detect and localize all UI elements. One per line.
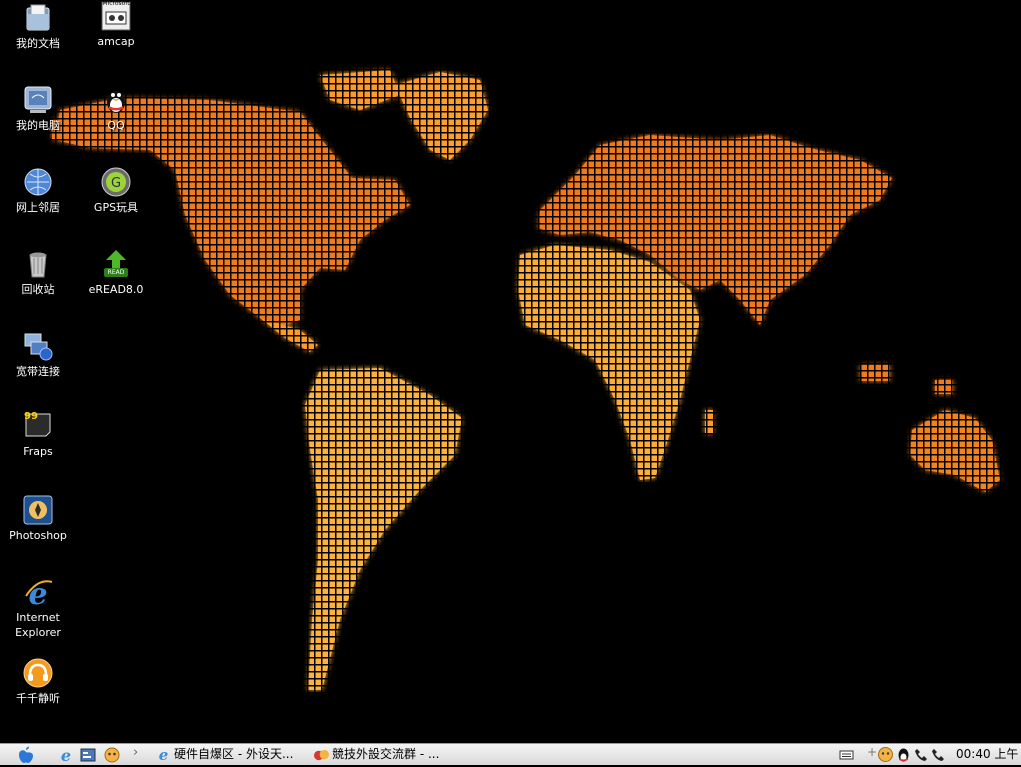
desktop-icon-label: 宽带连接 (16, 365, 60, 378)
tray-keyboard-icon[interactable] (839, 747, 854, 762)
desktop-icon-label: Photoshop (9, 529, 67, 542)
apple-icon (19, 746, 33, 763)
folder-documents-icon (22, 2, 54, 34)
desktop-icon-amcap[interactable]: Microsoft amcap (78, 0, 154, 49)
desktop-icon-label: 我的电脑 (16, 119, 60, 132)
photoshop-icon (22, 494, 54, 526)
desktop-icon-label: QQ (107, 119, 125, 132)
clock[interactable]: 00:40 上午 (956, 744, 1018, 765)
desktop-icon-network[interactable]: 网上邻居 (0, 166, 76, 215)
desktop-icon-broadband[interactable]: 宽带连接 (0, 330, 76, 379)
taskbar: e › e 硬件自爆区 - 外设天... 競技外設交流群 - ... + 00:… (0, 743, 1021, 765)
task-button-qq-group[interactable]: 競技外設交流群 - ... (312, 745, 462, 764)
broadband-connection-icon (22, 330, 54, 362)
australia-shape (910, 410, 1000, 492)
gps-toy-icon: G (100, 166, 132, 198)
svg-text:e: e (159, 747, 169, 762)
qq-group-icon (314, 749, 329, 761)
show-desktop-icon (80, 748, 96, 762)
svg-text:e: e (61, 747, 71, 763)
network-globe-icon (22, 166, 54, 198)
start-apple-button[interactable] (14, 746, 36, 764)
south-america-shape (305, 368, 462, 690)
desktop-icon-internet-explorer[interactable]: e Internet Explorer (0, 576, 76, 640)
qq-penguin-icon (100, 84, 132, 116)
desktop-icon-label: Fraps (23, 445, 53, 458)
tray-ttplayer-icon[interactable] (878, 747, 893, 762)
internet-explorer-icon: e (159, 747, 169, 762)
desktop-icon-label: 我的文档 (16, 37, 60, 50)
task-button-label: 競技外設交流群 - ... (332, 747, 440, 761)
desktop-icon-eread[interactable]: READ eREAD8.0 (78, 248, 154, 297)
computer-icon (22, 84, 54, 116)
tray-phone-icon[interactable] (914, 747, 929, 762)
desktop-icon-my-computer[interactable]: 我的电脑 (0, 84, 76, 133)
desktop-icon-label: amcap (97, 35, 135, 48)
task-button-browser[interactable]: e 硬件自爆区 - 外设天... (154, 745, 304, 764)
desktop-icon-recycle-bin[interactable]: 回收站 (0, 248, 76, 297)
fraps-icon: 99 (22, 410, 54, 442)
tray-phone-icon-2[interactable] (931, 747, 946, 762)
tray-qq-icon[interactable] (896, 747, 911, 762)
svg-text:G: G (111, 176, 121, 191)
recycle-bin-icon (22, 248, 54, 280)
eread-badge: READ (107, 269, 125, 276)
desktop-icon-label: 网上邻居 (16, 201, 60, 214)
fraps-badge: 99 (24, 411, 38, 422)
desktop-icon-photoshop[interactable]: Photoshop (0, 494, 76, 543)
desktop-icon-label: eREAD8.0 (88, 283, 144, 296)
desktop-icon-label: 千千静听 (16, 692, 60, 705)
quicklaunch-qq[interactable] (104, 747, 120, 763)
internet-explorer-icon: e (22, 576, 54, 608)
desktop-icon-label: Internet Explorer (15, 611, 61, 639)
greenland-shape (395, 72, 488, 160)
desktop-icon-label: GPS玩具 (93, 201, 139, 214)
desktop-icon-fraps[interactable]: 99 Fraps (0, 410, 76, 459)
desktop-icon-label: 回收站 (21, 283, 55, 296)
amcap-icon: Microsoft (100, 0, 132, 32)
arctic-islands-shape (320, 70, 400, 110)
qq-smiley-icon (104, 747, 120, 763)
task-button-label: 硬件自爆区 - 外设天... (174, 747, 294, 761)
desktop-icon-qq[interactable]: QQ (78, 84, 154, 133)
quicklaunch-overflow-arrow[interactable]: › (133, 745, 138, 760)
desktop-icon-my-documents[interactable]: 我的文档 (0, 2, 76, 51)
eread-icon: READ (100, 248, 132, 280)
desktop-icon-ttplayer[interactable]: 千千静听 (0, 657, 76, 706)
africa-shape (518, 245, 700, 480)
tray-expand-button[interactable]: + (867, 745, 877, 759)
internet-explorer-icon: e (61, 746, 71, 765)
quicklaunch-show-desktop[interactable] (80, 747, 96, 763)
ttplayer-headphones-icon (22, 657, 54, 689)
amcap-badge: Microsoft (102, 0, 130, 7)
desktop-icon-gps[interactable]: G GPS玩具 (78, 166, 154, 215)
quicklaunch-ie[interactable]: e (58, 746, 74, 765)
